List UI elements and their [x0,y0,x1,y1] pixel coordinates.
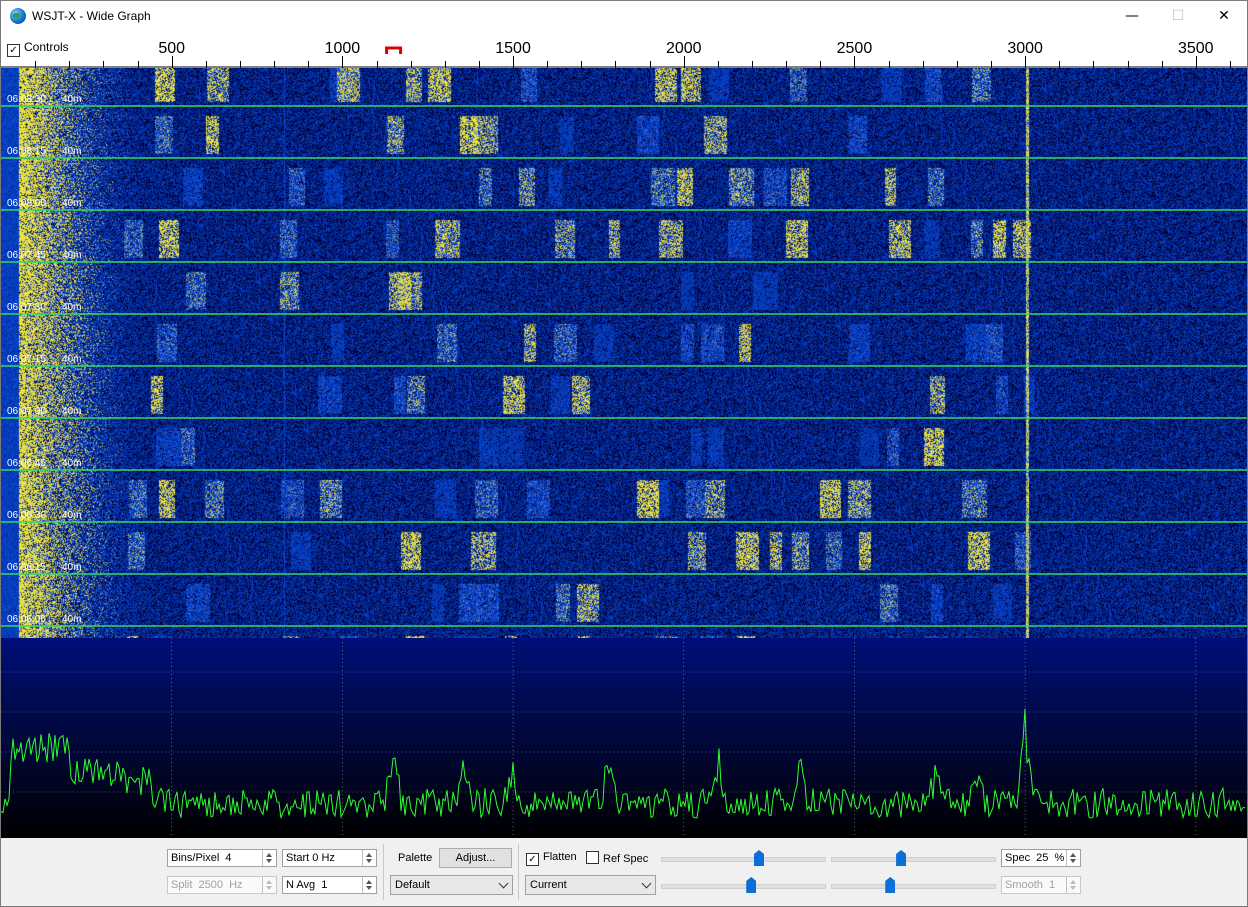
waterfall-time-label: 06:08:00 [7,198,46,209]
waterfall-band-label: 40m [62,354,81,365]
refspec-checkbox[interactable]: Ref Spec [586,851,648,865]
waterfall-band-label: 40m [62,198,81,209]
maximize-button: ☐ [1171,8,1185,24]
navg-value: N Avg 1 [286,879,328,891]
flatten-check-icon: ✓ [526,853,539,866]
waterfall-band-label: 40m [62,510,81,521]
waterfall-time-label: 06:07:15 [7,354,46,365]
adjust-button[interactable]: Adjust... [439,848,512,868]
spec-spin-arrows[interactable] [1066,850,1080,866]
waterfall-band-label: 40m [62,146,81,157]
waterfall-band-label: 40m [62,406,81,417]
chevron-down-icon [641,878,652,889]
waterfall-band-label: 40m [62,458,81,469]
start-spin-arrows[interactable] [362,850,376,866]
smooth-spinbox: Smooth 1 [1001,876,1081,894]
waterfall-band-label: 40m [62,614,81,625]
chevron-down-icon [498,878,509,889]
start-value: Start 0 Hz [286,852,335,864]
spectrum-type-value: Current [530,879,567,891]
waterfall-time-label: 06:07:45 [7,250,46,261]
start-spinbox[interactable]: Start 0 Hz [282,849,377,867]
frequency-tick-label: 1000 [325,40,361,57]
waterfall-overlay: 06:08:30 40m 06:08:15 40m 06:08:00 40m 06:07:4… [1,94,1247,627]
separator [518,844,519,900]
frequency-tick-label: 1500 [495,40,531,57]
frequency-tick-label: 2000 [666,40,702,57]
flatten-label: Flatten [543,851,577,863]
slider-thumb[interactable] [885,877,896,893]
spectrum-zero-slider[interactable] [831,876,996,896]
split-value: Split 2500 Hz [171,879,243,891]
spectrum-type-select[interactable]: Current [525,875,656,895]
palette-label: Palette [398,852,433,864]
slider-track [661,857,826,862]
waterfall-band-label: 40m [62,302,81,313]
frequency-tick-label: 3000 [1007,40,1043,57]
palette-select[interactable]: Default [390,875,513,895]
waterfall-zero-slider[interactable] [831,849,996,869]
waterfall-time-label: 06:06:00 [7,614,46,625]
slider-thumb[interactable] [896,850,907,866]
spec-percent-spinbox[interactable]: Spec 25 % [1001,849,1081,867]
frequency-tick-label: 500 [158,40,185,57]
waterfall-time-label: 06:06:15 [7,562,46,573]
frequency-axis: 500 1000 1500 2000 2500 3000 3500 [1,40,1247,68]
waterfall-time-label: 06:08:15 [7,146,46,157]
controls-panel: Bins/Pixel 4 Start 0 Hz Split 2500 Hz N … [1,838,1247,906]
refspec-check-icon [586,851,599,864]
spectrum-gain-slider[interactable] [661,876,826,896]
waterfall-time-label: 06:08:30 [7,94,46,105]
smooth-spin-arrows [1066,877,1080,893]
minimize-button[interactable]: — [1109,1,1155,32]
title-bar: WSJT-X - Wide Graph — ☐ ✕ [1,1,1247,32]
slider-thumb[interactable] [746,877,757,893]
globe-icon [10,8,26,24]
controls-check-icon: ✓ [7,44,20,57]
navg-spinbox[interactable]: N Avg 1 [282,876,377,894]
slider-thumb[interactable] [754,850,764,866]
spec-percent-value: Spec 25 % [1005,852,1065,864]
waterfall-band-label: 40m [62,250,81,261]
waterfall-time-label: 06:06:45 [7,458,46,469]
rx-frequency-marker[interactable] [385,46,403,54]
navg-spin-arrows[interactable] [362,877,376,893]
waterfall-time-label: 06:07:00 [7,406,46,417]
split-spin-arrows [262,877,276,893]
split-spinbox: Split 2500 Hz [167,876,277,894]
bins-per-pixel-value: Bins/Pixel 4 [171,852,232,864]
slider-track [831,857,996,862]
bins-per-pixel-spinbox[interactable]: Bins/Pixel 4 [167,849,277,867]
slider-track [831,884,996,889]
wide-graph-window: WSJT-X - Wide Graph — ☐ ✕ 500 1000 1500 200… [0,0,1248,907]
controls-label: Controls [24,40,69,54]
palette-value: Default [395,879,430,891]
separator [383,844,384,900]
bins-spin-arrows[interactable] [262,850,276,866]
frequency-tick-label: 3500 [1178,40,1214,57]
spectrum-display[interactable] [1,638,1247,838]
waterfall-time-label: 06:06:30 [7,510,46,521]
controls-checkbox[interactable]: ✓ Controls [7,40,69,57]
window-title: WSJT-X - Wide Graph [32,9,151,23]
frequency-tick-label: 2500 [837,40,873,57]
waterfall-gain-slider[interactable] [661,849,826,869]
waterfall-band-label: 40m [62,94,81,105]
close-button[interactable]: ✕ [1201,1,1247,32]
flatten-checkbox[interactable]: ✓ Flatten [526,851,577,866]
smooth-value: Smooth 1 [1005,879,1056,891]
waterfall-band-label: 40m [62,562,81,573]
frequency-scale[interactable]: 500 1000 1500 2000 2500 3000 3500 [1,32,1247,68]
refspec-label: Ref Spec [603,853,649,865]
slider-track [661,884,826,889]
waterfall-time-label: 06:07:30 [7,302,46,313]
